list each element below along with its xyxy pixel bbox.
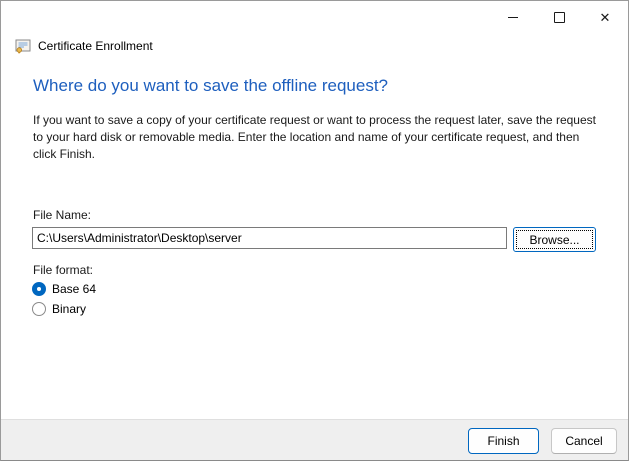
- app-header: Certificate Enrollment: [15, 38, 153, 54]
- title-bar: ✕: [1, 1, 628, 33]
- certificate-icon: [15, 38, 31, 54]
- file-name-label: File Name:: [33, 208, 91, 222]
- maximize-icon: [554, 12, 565, 23]
- radio-option-base64[interactable]: Base 64: [32, 282, 96, 296]
- radio-label-binary: Binary: [52, 302, 86, 316]
- finish-button[interactable]: Finish: [468, 428, 539, 454]
- footer-bar: Finish Cancel: [1, 419, 628, 460]
- app-title: Certificate Enrollment: [38, 39, 153, 53]
- radio-button-base64[interactable]: [32, 282, 46, 296]
- radio-label-base64: Base 64: [52, 282, 96, 296]
- caption-buttons: ✕: [490, 1, 628, 33]
- browse-button[interactable]: Browse...: [513, 227, 596, 252]
- maximize-button[interactable]: [536, 1, 582, 33]
- file-format-label: File format:: [33, 263, 93, 277]
- cancel-button[interactable]: Cancel: [551, 428, 617, 454]
- page-heading: Where do you want to save the offline re…: [33, 76, 388, 96]
- minimize-button[interactable]: [490, 1, 536, 33]
- certificate-enrollment-dialog: ✕ Certificate Enrollment Where do you wa…: [0, 0, 629, 461]
- minimize-icon: [508, 17, 518, 18]
- radio-option-binary[interactable]: Binary: [32, 302, 86, 316]
- page-description: If you want to save a copy of your certi…: [33, 112, 603, 163]
- file-name-input[interactable]: [32, 227, 507, 249]
- close-icon: ✕: [600, 11, 611, 24]
- close-button[interactable]: ✕: [582, 1, 628, 33]
- radio-button-binary[interactable]: [32, 302, 46, 316]
